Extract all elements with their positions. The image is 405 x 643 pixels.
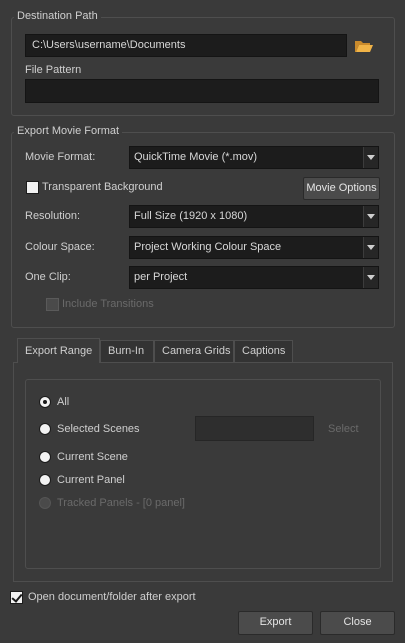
movie-format-dropdown[interactable]: QuickTime Movie (*.mov) <box>129 146 379 169</box>
chevron-down-icon <box>363 206 378 227</box>
colour-space-label: Colour Space: <box>25 241 95 253</box>
one-clip-value: per Project <box>134 271 188 283</box>
export-button[interactable]: Export <box>238 611 313 635</box>
destination-path-field[interactable]: C:\Users\username\Documents <box>25 34 347 57</box>
tab-captions[interactable]: Captions <box>234 340 293 362</box>
radio-all-label: All <box>57 396 70 408</box>
file-pattern-label: File Pattern <box>25 64 82 76</box>
radio-current-scene[interactable] <box>39 451 51 463</box>
file-pattern-field[interactable] <box>25 79 379 103</box>
resolution-value: Full Size (1920 x 1080) <box>134 210 248 222</box>
radio-all[interactable] <box>39 396 51 408</box>
include-transitions-checkbox[interactable] <box>46 298 59 311</box>
open-after-export-label: Open document/folder after export <box>28 591 196 603</box>
one-clip-dropdown[interactable]: per Project <box>129 266 379 289</box>
chevron-down-icon <box>363 147 378 168</box>
resolution-label: Resolution: <box>25 210 81 222</box>
destination-path-title: Destination Path <box>14 10 101 22</box>
close-button[interactable]: Close <box>320 611 395 635</box>
include-transitions-label: Include Transitions <box>62 298 154 310</box>
radio-current-panel[interactable] <box>39 474 51 486</box>
open-after-export-checkbox[interactable] <box>10 591 23 604</box>
export-movie-format-title: Export Movie Format <box>14 125 123 137</box>
radio-tracked-panels-label: Tracked Panels - [0 panel] <box>57 497 185 509</box>
radio-current-panel-label: Current Panel <box>57 474 125 486</box>
radio-selected-scenes-label: Selected Scenes <box>57 423 140 435</box>
resolution-dropdown[interactable]: Full Size (1920 x 1080) <box>129 205 379 228</box>
one-clip-label: One Clip: <box>25 271 71 283</box>
selected-scenes-field[interactable] <box>195 416 314 441</box>
chevron-down-icon <box>363 267 378 288</box>
movie-format-label: Movie Format: <box>25 151 96 163</box>
chevron-down-icon <box>363 237 378 258</box>
movie-options-button[interactable]: Movie Options <box>303 177 380 200</box>
tab-burn-in[interactable]: Burn-In <box>100 340 154 362</box>
movie-format-value: QuickTime Movie (*.mov) <box>134 151 258 163</box>
radio-selected-scenes[interactable] <box>39 423 51 435</box>
export-range-panel <box>13 362 393 582</box>
folder-open-icon[interactable] <box>354 38 374 54</box>
transparent-background-checkbox[interactable] <box>26 181 39 194</box>
select-button[interactable]: Select <box>328 423 359 435</box>
tab-export-range[interactable]: Export Range <box>17 338 100 363</box>
radio-current-scene-label: Current Scene <box>57 451 128 463</box>
colour-space-dropdown[interactable]: Project Working Colour Space <box>129 236 379 259</box>
radio-tracked-panels[interactable] <box>39 497 51 509</box>
tab-camera-grids[interactable]: Camera Grids <box>154 340 234 362</box>
colour-space-value: Project Working Colour Space <box>134 241 282 253</box>
transparent-background-label: Transparent Background <box>42 181 163 193</box>
